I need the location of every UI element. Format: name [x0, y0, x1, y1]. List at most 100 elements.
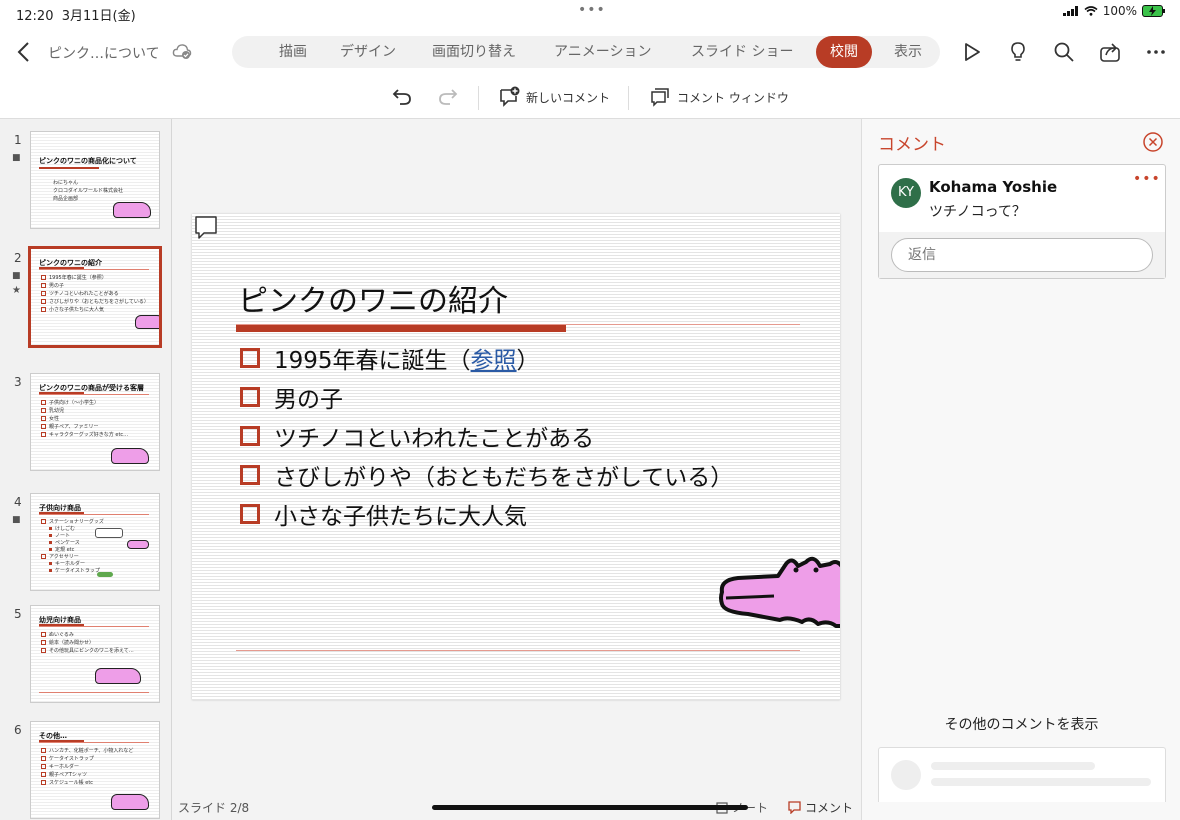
pink-crocodile-illustration[interactable] [718, 540, 840, 630]
slide-preview-selected: ピンクのワニの紹介 1995年春に誕生（参照） 男の子 ツチノコといわれたことが… [28, 246, 162, 348]
cloud-saved-icon [172, 44, 192, 59]
slide-number: 1 [14, 133, 22, 147]
tab-design[interactable]: デザイン [340, 36, 396, 68]
thumb-bullet: 1995年春に誕生（参照） [41, 274, 107, 281]
title-accent-bar [236, 325, 566, 332]
multitask-dots[interactable]: ••• [578, 2, 606, 18]
thumb-bullet: キーホルダー [41, 763, 79, 770]
comment-thread[interactable]: KY Kohama Yoshie ツチノコって？ ••• [878, 164, 1166, 279]
crocodile-illustration [113, 202, 151, 218]
crocodile-illustration [135, 315, 159, 329]
thumb-text: わにちゃん [53, 180, 79, 186]
thumb-subbullet: ペンケース [49, 539, 80, 546]
thumb-bullet: 乳幼児 [41, 407, 64, 414]
slide-number: 3 [14, 375, 22, 389]
status-time: 12:20 3月11日(金) [16, 9, 136, 24]
thumb-rule [39, 394, 149, 395]
thumb-bullet: ケータイストラップ [41, 755, 94, 762]
thumb-text: 商品企画部 [53, 196, 79, 202]
tab-view[interactable]: 表示 [894, 36, 922, 68]
slide-comment-marker-icon[interactable] [194, 215, 218, 241]
crocodile-illustration [95, 668, 141, 684]
thumb-subbullet: けしごむ [49, 525, 75, 532]
comment-window-icon [651, 88, 669, 107]
bullet-text: 小さな子供たちに大人気 [274, 504, 527, 530]
animation-star-icon: ★ [12, 285, 21, 296]
reply-input[interactable] [891, 238, 1153, 272]
tab-review[interactable]: 校閲 [816, 36, 872, 68]
redo-icon[interactable] [436, 84, 460, 108]
undo-icon[interactable] [390, 84, 414, 108]
tab-transitions[interactable]: 画面切り替え [432, 36, 516, 68]
more-options-icon[interactable] [1144, 40, 1168, 64]
thumb-title: ピンクのワニの商品化について [39, 157, 137, 165]
bullet-text: さびしがりや（おともだちをさがしている） [274, 465, 734, 491]
green-crocodile-illustration [97, 572, 113, 577]
share-icon[interactable] [1098, 40, 1122, 64]
slide-preview: ピンクのワニの商品が受ける客層 子供向け（〜小学生） 乳幼児 女性 親子ペア、フ… [30, 373, 160, 471]
tab-animations[interactable]: アニメーション [554, 36, 651, 68]
comments-label: コメント [805, 801, 854, 815]
bullet-square [240, 348, 260, 368]
thumb-bullet: キャラクターグッズ好きな方 etc… [41, 431, 128, 438]
thumb-speech-bubble [95, 528, 123, 538]
reference-link[interactable]: 参照 [471, 341, 517, 375]
lightbulb-icon[interactable] [1006, 40, 1030, 64]
bullet-square [240, 387, 260, 407]
battery-percent: 100% [1102, 4, 1137, 18]
comment-author: Kohama Yoshie [929, 178, 1058, 196]
skeleton-line [931, 778, 1151, 786]
comments-button[interactable]: コメント [788, 799, 853, 816]
thumb-rule [39, 514, 149, 515]
close-icon[interactable] [1142, 131, 1164, 153]
slide-thumbnail-panel: 1 ■ ピンクのワニの商品化について わにちゃん クロコダイルワールド株式会社 … [0, 119, 172, 820]
slide-number: 4 [14, 495, 22, 509]
search-icon[interactable] [1052, 40, 1076, 64]
back-icon[interactable] [14, 40, 34, 64]
comment-icon [788, 801, 801, 814]
thumb-bullet: ハンカチ、化粧ポーチ、小物入れなど [41, 747, 133, 754]
slide-title[interactable]: ピンクのワニの紹介 [238, 276, 508, 320]
comments-pane-title: コメント [878, 135, 946, 155]
thumb-red-bar [39, 624, 84, 626]
comment-more-button[interactable]: ••• [1133, 171, 1161, 187]
thumb-subbullet: キーホルダー [49, 560, 85, 567]
home-indicator[interactable] [432, 805, 748, 810]
thumb-bullet: 親子ペアTシャツ [41, 771, 87, 778]
show-more-comments-link[interactable]: その他のコメントを表示 [862, 714, 1180, 734]
current-slide[interactable]: ピンクのワニの紹介 1995年春に誕生（ 参照 ） 男の子 ツチノコといわれたこ… [192, 214, 840, 700]
thumb-rule [39, 742, 149, 743]
thumb-bullet: さびしがりや（おともだちをさがしている） [41, 298, 149, 305]
document-title[interactable]: ピンク…について [48, 43, 160, 63]
loading-comment-placeholder [878, 747, 1166, 802]
thumb-bullet: スケジュール帳 etc [41, 779, 93, 786]
slide-preview: その他… ハンカチ、化粧ポーチ、小物入れなど ケータイストラップ キーホルダー … [30, 721, 160, 819]
thumb-rule [39, 626, 149, 627]
new-comment-button[interactable]: 新しいコメント [498, 84, 610, 110]
thumb-bullet: アクセサリー [41, 553, 79, 560]
comment-window-button[interactable]: コメント ウィンドウ [649, 84, 789, 110]
thumb-bullet: 絵本（読み聞かせ） [41, 639, 94, 646]
slide-bullet-5[interactable]: 小さな子供たちに大人気 [240, 497, 527, 531]
slide-preview: 子供向け商品 ステーショナリーグッズ けしごむ ノート ペンケース 定規 etc… [30, 493, 160, 591]
tab-draw[interactable]: 描画 [279, 36, 307, 68]
bullet-square [240, 465, 260, 485]
slide-bullet-3[interactable]: ツチノコといわれたことがある [240, 419, 594, 453]
toolbar-divider [628, 86, 629, 110]
slide-preview: 幼児向け商品 ぬいぐるみ 絵本（読み聞かせ） その他玩具にピンクのワニを添えて… [30, 605, 160, 703]
comment-marker-icon: ■ [12, 153, 21, 163]
crocodile-illustration [111, 794, 149, 810]
thumb-red-bar [39, 267, 84, 269]
tab-slideshow[interactable]: スライド ショー [691, 36, 793, 68]
status-indicators: 100% [1062, 4, 1166, 18]
play-icon[interactable] [960, 40, 984, 64]
slide-bullet-1[interactable]: 1995年春に誕生（ 参照 ） [240, 341, 540, 375]
comment-marker-icon: ■ [12, 271, 21, 281]
slide-counter: スライド 2/8 [178, 801, 250, 815]
bullet-text: ツチノコといわれたことがある [274, 426, 595, 452]
review-toolbar: 新しいコメント コメント ウィンドウ [0, 78, 1180, 119]
slide-bullet-2[interactable]: 男の子 [240, 380, 343, 414]
status-bar: 12:20 3月11日(金) ••• 100% [0, 0, 1180, 26]
thumb-subbullet: ノート [49, 532, 70, 539]
slide-bullet-4[interactable]: さびしがりや（おともだちをさがしている） [240, 458, 733, 492]
